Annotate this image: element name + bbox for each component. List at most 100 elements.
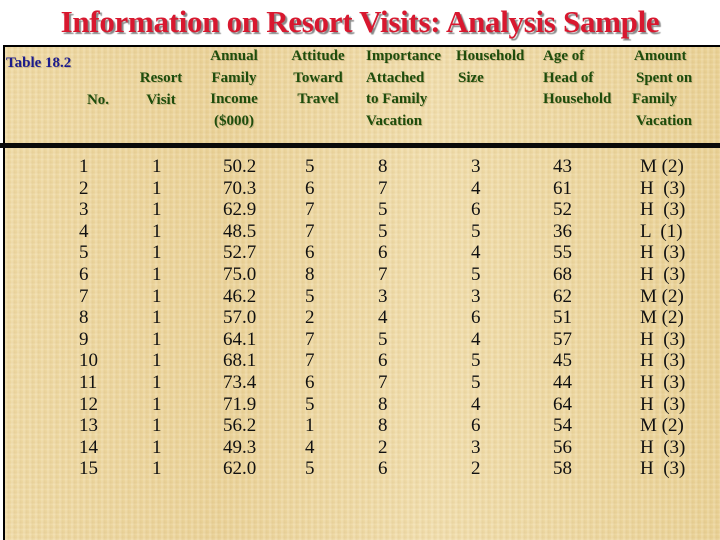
table-cell-income: 57.0 bbox=[223, 307, 257, 329]
table-cell-importance: 3 bbox=[378, 285, 388, 307]
table-cell-amount: H (3) bbox=[640, 242, 686, 264]
table-cell-size: 6 bbox=[471, 199, 481, 221]
table-cell-amount: M (2) bbox=[640, 307, 684, 329]
table-cell-attitude: 6 bbox=[305, 177, 315, 199]
table-cell-importance: 5 bbox=[378, 328, 388, 350]
header-line: Travel bbox=[297, 91, 339, 107]
header-no: No. bbox=[78, 90, 118, 112]
table-cell-age: 61 bbox=[553, 177, 572, 199]
header-line: Household bbox=[543, 91, 612, 107]
table-cell-income: 70.3 bbox=[223, 177, 257, 199]
column-no: 1 2 3 4 5 6 7 8 9 10 11 12 13 14 15 bbox=[79, 156, 98, 480]
header-age: Age of Head of Household bbox=[543, 46, 611, 111]
table-cell-income: 75.0 bbox=[223, 263, 257, 285]
header-line: Age of bbox=[543, 48, 585, 64]
table-cell-size: 4 bbox=[471, 242, 481, 264]
table-cell-income: 64.1 bbox=[223, 328, 257, 350]
table-cell-importance: 2 bbox=[378, 436, 388, 458]
table-cell-visit: 1 bbox=[152, 285, 162, 307]
table-cell-attitude: 6 bbox=[305, 371, 315, 393]
header-line: ($000) bbox=[214, 112, 254, 129]
table-cell-no: 9 bbox=[79, 328, 89, 350]
table-cell-attitude: 5 bbox=[305, 285, 315, 307]
header-line: Resort bbox=[139, 70, 183, 86]
table-cell-attitude: 4 bbox=[305, 436, 315, 458]
table-cell-no: 1 bbox=[79, 156, 89, 177]
table-cell-no: 7 bbox=[79, 285, 89, 307]
table-cell-visit: 1 bbox=[152, 415, 162, 437]
table-cell-attitude: 7 bbox=[305, 350, 315, 372]
header-attitude: Attitude Toward Travel bbox=[280, 46, 356, 111]
table-cell-attitude: 1 bbox=[305, 415, 315, 437]
header-line: to Family bbox=[366, 91, 428, 107]
table-cell-age: 62 bbox=[553, 285, 572, 307]
column-household-size: 346545364554632 bbox=[471, 156, 481, 480]
table-cell-amount: L (1) bbox=[640, 220, 683, 242]
header-line: Head of bbox=[543, 69, 594, 86]
table-cell-size: 5 bbox=[471, 350, 481, 372]
table-cell-size: 3 bbox=[471, 156, 481, 177]
header-line: Household bbox=[456, 48, 525, 64]
header-line: Family bbox=[632, 91, 677, 107]
table-cell-amount: H (3) bbox=[640, 177, 686, 199]
header-line: Annual bbox=[210, 48, 258, 64]
table-cell-attitude: 7 bbox=[305, 220, 315, 242]
header-line: Importance bbox=[366, 48, 441, 64]
table-cell-attitude: 5 bbox=[305, 393, 315, 415]
header-importance: Importance Attached to Family Vacation bbox=[366, 46, 441, 132]
table-cell-visit: 1 bbox=[152, 350, 162, 372]
table-cell-income: 52.7 bbox=[223, 242, 257, 264]
header-line: Visit bbox=[146, 91, 176, 108]
header-line: Attached bbox=[366, 69, 425, 86]
table-cell-amount: H (3) bbox=[640, 328, 686, 350]
table-cell-no: 3 bbox=[79, 199, 89, 221]
table-cell-size: 3 bbox=[471, 436, 481, 458]
table-cell-no: 5 bbox=[79, 242, 89, 264]
header-line: Spent on bbox=[636, 69, 693, 86]
header-line: Income bbox=[210, 91, 258, 107]
table-cell-no: 13 bbox=[79, 415, 98, 437]
column-resort-visit: 111111111111111 bbox=[152, 156, 162, 480]
table-cell-importance: 4 bbox=[378, 307, 388, 329]
table-cell-amount: H (3) bbox=[640, 436, 686, 458]
table-cell-importance: 7 bbox=[378, 177, 388, 199]
table-cell-importance: 5 bbox=[378, 199, 388, 221]
column-age: 43 61 52 36 55 68 62 51 57 45 44 64 54 56 58 bbox=[553, 156, 572, 480]
table-cell-age: 56 bbox=[553, 436, 572, 458]
table-cell-size: 2 bbox=[471, 458, 481, 480]
table-cell-importance: 7 bbox=[378, 263, 388, 285]
table-cell-age: 58 bbox=[553, 458, 572, 480]
table-cell-age: 52 bbox=[553, 199, 572, 221]
table-cell-attitude: 5 bbox=[305, 458, 315, 480]
page-title: Information on Resort Visits: Analysis S… bbox=[60, 4, 660, 39]
table-panel bbox=[3, 45, 720, 540]
table-cell-age: 43 bbox=[553, 156, 572, 177]
table-cell-amount: H (3) bbox=[640, 371, 686, 393]
table-cell-income: 71.9 bbox=[223, 393, 257, 415]
table-cell-size: 5 bbox=[471, 220, 481, 242]
table-cell-amount: H (3) bbox=[640, 263, 686, 285]
table-cell-amount: M (2) bbox=[640, 285, 684, 307]
table-cell-age: 51 bbox=[553, 307, 572, 329]
header-line: No. bbox=[86, 92, 110, 108]
table-cell-no: 10 bbox=[79, 350, 98, 372]
table-cell-visit: 1 bbox=[152, 328, 162, 350]
table-cell-income: 48.5 bbox=[223, 220, 257, 242]
header-line: Toward bbox=[293, 69, 343, 86]
header-income: Annual Family Income ($000) bbox=[198, 46, 270, 132]
table-cell-size: 5 bbox=[471, 371, 481, 393]
header-line: Attitude bbox=[291, 48, 345, 64]
table-cell-importance: 7 bbox=[378, 371, 388, 393]
header-divider bbox=[0, 143, 720, 148]
table-cell-attitude: 5 bbox=[305, 156, 315, 177]
header-line: Family bbox=[211, 69, 257, 86]
table-cell-size: 6 bbox=[471, 307, 481, 329]
table-cell-income: 56.2 bbox=[223, 415, 257, 437]
table-cell-income: 68.1 bbox=[223, 350, 257, 372]
header-line: Vacation bbox=[366, 112, 423, 129]
table-cell-amount: M (2) bbox=[640, 415, 684, 437]
column-amount: M (2) H (3) H (3) L (1) H (3) H (3) M (2) M (2)… bbox=[640, 156, 685, 480]
table-cell-amount: H (3) bbox=[640, 393, 686, 415]
table-cell-no: 6 bbox=[79, 263, 89, 285]
table-cell-visit: 1 bbox=[152, 436, 162, 458]
